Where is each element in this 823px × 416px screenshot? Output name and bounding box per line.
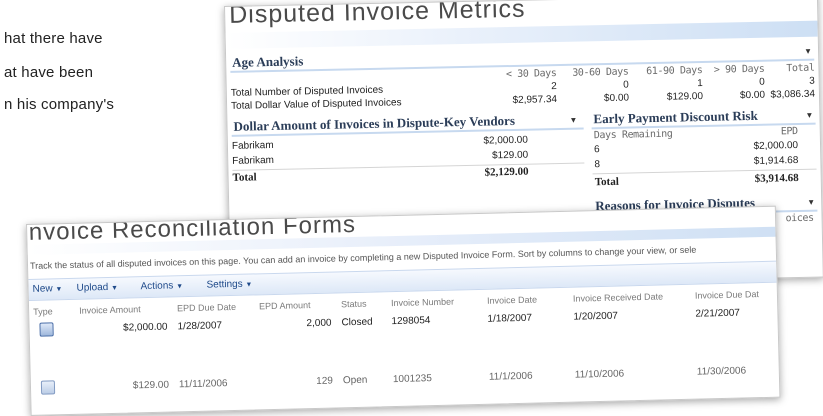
reasons-col-partial[interactable]: oices (785, 213, 813, 225)
document-icon[interactable] (40, 380, 56, 395)
row-epd-due-date: 1/28/2007 (177, 320, 223, 333)
row-received-date: 1/20/2007 (573, 310, 619, 323)
col-epd-due-date[interactable]: EPD Due Date (177, 302, 236, 313)
col-invoice-amount[interactable]: Invoice Amount (79, 304, 141, 316)
epd-days: 8 (594, 159, 601, 171)
epd-total-value: $3,914.68 (754, 172, 799, 185)
col-due-date[interactable]: Invoice Due Dat (695, 289, 759, 301)
col-invoice-date[interactable]: Invoice Date (487, 295, 537, 306)
row-epd-amount: 129 (316, 375, 334, 387)
chevron-down-icon[interactable]: ▼ (804, 47, 812, 56)
new-label: New (32, 283, 53, 295)
chevron-down-icon[interactable]: ▼ (569, 116, 577, 125)
age-col-lt30[interactable]: < 30 Days (476, 68, 557, 81)
age-analysis-header[interactable]: Age Analysis (232, 53, 303, 70)
document-icon[interactable] (39, 322, 54, 337)
row-invoice-date: 11/1/2006 (488, 370, 533, 383)
vendor-name: Fabrikam (232, 154, 275, 167)
age-value: 0 (759, 76, 765, 88)
body-text-line-3: n his company's (4, 96, 115, 113)
epd-col-days[interactable]: Days Remaining (594, 129, 673, 142)
age-value: $0.00 (603, 92, 630, 105)
age-value: 3 (809, 75, 815, 87)
age-value: 0 (623, 79, 629, 91)
settings-label: Settings (206, 278, 243, 291)
chevron-down-icon: ▼ (110, 284, 119, 292)
upload-menu[interactable]: Upload ▼ (76, 282, 118, 294)
chevron-down-icon[interactable]: ▼ (805, 111, 813, 120)
vendor-amount: $2,000.00 (483, 134, 528, 147)
actions-label: Actions (140, 280, 174, 293)
settings-menu[interactable]: Settings ▼ (206, 278, 253, 291)
col-received-date[interactable]: Invoice Received Date (573, 291, 663, 303)
row-invoice-number[interactable]: 1001235 (393, 373, 432, 385)
row-epd-amount: 2,000 (306, 317, 332, 330)
row-invoice-amount: $2,000.00 (122, 321, 168, 334)
row-due-date: 11/30/2006 (696, 365, 747, 378)
recon-screenshot: Invoice Reconciliation Forms Track the s… (26, 205, 781, 416)
age-col-30-60[interactable]: 30-60 Days (556, 67, 628, 80)
age-row-label: Total Dollar Value of Disputed Invoices (230, 97, 402, 112)
epd-col-epd[interactable]: EPD (718, 126, 798, 139)
dollar-total-label: Total (232, 171, 257, 184)
age-col-gt90[interactable]: > 90 Days (702, 64, 765, 76)
age-col-61-90[interactable]: 61-90 Days (628, 65, 702, 78)
age-col-total[interactable]: Total (764, 63, 814, 75)
epd-days: 6 (593, 144, 600, 156)
col-type[interactable]: Type (33, 306, 53, 316)
chevron-down-icon[interactable]: ▼ (807, 198, 815, 207)
upload-label: Upload (76, 282, 109, 294)
total-separator (232, 162, 585, 171)
row-invoice-amount: $129.00 (132, 379, 170, 392)
actions-menu[interactable]: Actions ▼ (140, 280, 183, 292)
row-invoice-date: 1/18/2007 (487, 312, 533, 325)
epd-amount: $1,914.68 (753, 155, 799, 167)
age-value: 2 (551, 81, 557, 93)
epd-total-label: Total (594, 175, 619, 189)
body-text-line-2: at have been (4, 64, 94, 81)
col-status[interactable]: Status (341, 299, 367, 310)
col-invoice-number[interactable]: Invoice Number (391, 297, 454, 309)
dollar-total-value: $2,129.00 (484, 165, 529, 179)
metrics-title: Disputed Invoice Metrics (228, 0, 526, 29)
row-status: Open (342, 374, 368, 387)
chevron-down-icon: ▼ (176, 283, 184, 291)
chevron-down-icon: ▼ (55, 286, 63, 294)
row-due-date: 2/21/2007 (695, 307, 741, 320)
epd-amount: $2,000.00 (753, 140, 799, 152)
row-invoice-number[interactable]: 1298054 (391, 315, 430, 327)
col-epd-amount[interactable]: EPD Amount (259, 300, 311, 311)
vendor-name: Fabrikam (231, 139, 274, 152)
row-received-date: 11/10/2006 (574, 368, 625, 381)
age-value: $3,086.34 (770, 88, 816, 101)
vendor-amount: $129.00 (491, 149, 529, 162)
age-row-label: Total Number of Disputed Invoices (230, 84, 384, 99)
row-epd-due-date: 11/11/2006 (178, 378, 228, 391)
age-value: $2,957.34 (512, 94, 558, 106)
new-menu[interactable]: New ▼ (32, 283, 63, 295)
age-value: $0.00 (739, 89, 766, 102)
chevron-down-icon: ▼ (245, 281, 253, 289)
age-value: 1 (697, 77, 703, 90)
age-value: $129.00 (666, 90, 704, 103)
body-text-line-1: hat there have (4, 30, 103, 47)
row-status: Closed (341, 316, 373, 329)
